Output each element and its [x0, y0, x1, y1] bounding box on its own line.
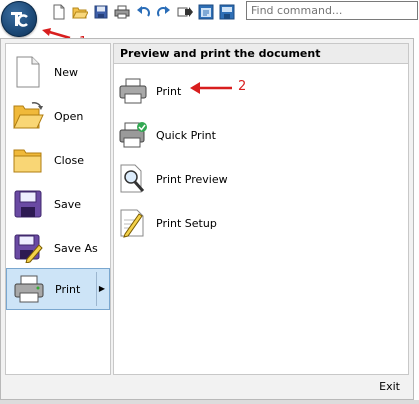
menu-right-pane: Preview and print the document Print Qui… — [113, 43, 409, 375]
submenu-item-quick-print[interactable]: Quick Print — [118, 115, 258, 155]
submenu-divider — [96, 272, 97, 306]
quick-print-icon — [118, 120, 148, 150]
menu-item-print[interactable]: Print ▶ — [6, 268, 110, 310]
menu-left-pane: New Open Close Save Save As Print ▶ — [5, 43, 111, 375]
menu-item-save-as[interactable]: Save As — [6, 227, 110, 269]
bottom-scrollbar — [0, 400, 419, 404]
menu-item-label: Print — [55, 282, 81, 296]
export-icon[interactable] — [176, 3, 194, 21]
open-folder-icon — [12, 100, 44, 132]
save-as-icon — [12, 232, 44, 264]
printer-icon — [118, 76, 148, 106]
open-folder-icon[interactable] — [71, 3, 89, 21]
menu-item-label: Open — [54, 109, 84, 123]
menu-item-open[interactable]: Open — [6, 95, 110, 137]
submenu-item-label: Print Setup — [156, 216, 217, 230]
quick-access-toolbar — [50, 2, 236, 22]
redo-icon[interactable] — [155, 3, 173, 21]
submenu-item-label: Print — [156, 84, 182, 98]
app-logo-icon — [11, 12, 28, 27]
undo-icon[interactable] — [134, 3, 152, 21]
save-disk-icon — [12, 188, 44, 220]
print-preview-icon — [118, 164, 148, 194]
menu-item-label: Save — [54, 197, 82, 211]
submenu-item-print-preview[interactable]: Print Preview — [118, 159, 258, 199]
printer-icon — [13, 273, 45, 305]
window-icon[interactable] — [197, 3, 215, 21]
new-document-icon — [12, 56, 44, 88]
save-all-icon[interactable] — [218, 3, 236, 21]
annotation-arrow-2-icon — [190, 82, 232, 94]
print-icon[interactable] — [113, 3, 131, 21]
menu-item-new[interactable]: New — [6, 51, 110, 93]
new-doc-icon[interactable] — [50, 3, 68, 21]
submenu-item-label: Quick Print — [156, 128, 216, 142]
menu-item-label: Close — [54, 153, 84, 167]
menu-item-label: New — [54, 65, 78, 79]
menu-item-label: Save As — [54, 241, 98, 255]
submenu-item-label: Print Preview — [156, 172, 228, 186]
annotation-label-2: 2 — [238, 79, 247, 94]
close-folder-icon — [12, 144, 44, 176]
exit-button[interactable]: Exit — [379, 380, 400, 393]
submenu-title: Preview and print the document — [114, 44, 408, 64]
submenu-item-print-setup[interactable]: Print Setup — [118, 203, 258, 243]
menu-item-save[interactable]: Save — [6, 183, 110, 225]
find-command-input[interactable] — [246, 1, 418, 20]
print-setup-icon — [118, 208, 148, 238]
menu-item-close[interactable]: Close — [6, 139, 110, 181]
submenu-arrow-icon: ▶ — [98, 284, 105, 293]
save-icon[interactable] — [92, 3, 110, 21]
application-button[interactable] — [1, 1, 37, 37]
